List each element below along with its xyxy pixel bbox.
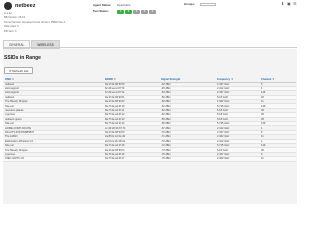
agent-meta-line: DB Vers: 0 (4, 29, 17, 33)
header: netbeez A-1.22 BB Version: 18.0.1 Kernel… (0, 0, 300, 40)
cell-bssid: 6a:7f:4e:a4:2f:17 (104, 156, 160, 162)
cell-frequency: 2.462 GHz (216, 156, 260, 162)
table-body: netbeez 9a:1f:4e:b8:93:f0 -42 dBm 2.437 GHz… (4, 82, 296, 162)
groups-label: Groups: (184, 2, 195, 6)
square-icon[interactable]: ▣ (287, 2, 291, 6)
test-status-led: 0 (149, 9, 156, 14)
test-status-led: 0 (133, 9, 140, 14)
panel-title: SSIDs in Range (4, 55, 41, 61)
tab-general[interactable]: GENERAL (3, 40, 31, 49)
test-status-leds: 10000 (117, 9, 157, 14)
refresh-label: Refresh List (12, 69, 29, 73)
agent-status-label: Agent Status: (93, 3, 112, 7)
test-status-led: 1 (117, 9, 124, 14)
app-name: netbeez (15, 3, 36, 9)
netbeez-logo-icon (4, 2, 12, 10)
tab-wireless[interactable]: WIRELESS (31, 40, 60, 49)
table-row: OIEC-GMTC-V4 6a:7f:4e:a4:2f:17 -76 dBm 2.46… (4, 156, 296, 162)
refresh-list-button[interactable]: ⟳ Refresh List (4, 67, 34, 74)
download-icon[interactable]: ⬇ (281, 2, 285, 6)
groups: Groups: (184, 2, 216, 7)
ssid-table: SSID ▼ BSSID ▼ Signal Strength Frequency… (4, 77, 296, 162)
brand[interactable]: netbeez (4, 2, 35, 10)
tabs: GENERAL WIRELESS (3, 40, 60, 49)
test-status-led: 0 (125, 9, 132, 14)
agent-meta: A-1.22 BB Version: 18.0.1 Kernel Version… (4, 12, 67, 34)
cell-channel: 11 (260, 156, 296, 162)
menu-icon[interactable]: ☰ (293, 2, 297, 6)
wireless-panel: SSIDs in Range ⟳ Refresh List SSID ▼ BSS… (3, 49, 297, 204)
groups-select[interactable] (199, 2, 216, 7)
agent-status-value: Reachable (117, 3, 131, 7)
cell-signal-strength: -76 dBm (160, 156, 216, 162)
test-status-row: Test Status: 10000 (93, 8, 157, 14)
top-icons: ⬇ ▣ ☰ (281, 2, 297, 6)
test-status-led: 0 (141, 9, 148, 14)
test-status-label: Test Status: (93, 9, 109, 13)
cell-ssid: OIEC-GMTC-V4 (4, 156, 104, 162)
status-area: Agent Status: Reachable Test Status: 100… (93, 2, 157, 14)
